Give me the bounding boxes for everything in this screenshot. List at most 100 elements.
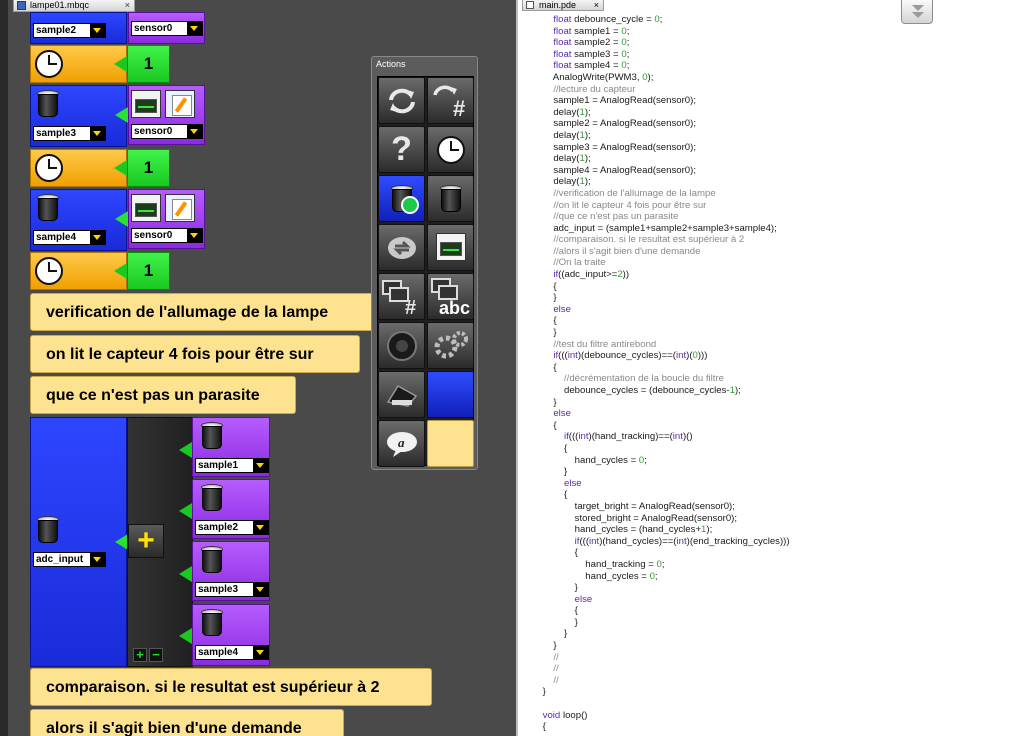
connector-notch: [114, 263, 127, 279]
connector-notch: [179, 628, 192, 644]
code-line: }: [532, 582, 578, 594]
file-icon: [526, 1, 534, 9]
sensor-block[interactable]: sensor0: [128, 12, 205, 44]
code-line: {: [532, 442, 568, 454]
tab-label: lampe01.mbqc: [30, 0, 90, 10]
code-text[interactable]: float debounce_cycle = 0; float sample1 …: [532, 14, 790, 733]
variable-tile[interactable]: [427, 175, 474, 222]
add-input-button[interactable]: +: [133, 648, 147, 662]
sensor-dropdown[interactable]: sensor0: [131, 124, 203, 139]
variable-block[interactable]: sample4: [30, 189, 127, 251]
close-icon[interactable]: ×: [125, 0, 130, 11]
code-line: void loop(): [542, 709, 588, 721]
number-block[interactable]: 1: [127, 45, 170, 83]
code-line: else: [574, 593, 593, 605]
sensor-dropdown[interactable]: sensor0: [131, 228, 203, 243]
code-line: delay(1);: [532, 176, 591, 188]
variable-new-tile[interactable]: [378, 175, 425, 222]
empty-tile: [427, 371, 474, 418]
variable-dropdown[interactable]: sample3: [33, 126, 106, 141]
delay-tile[interactable]: [427, 126, 474, 173]
bin-icon: [440, 185, 462, 213]
operand-block[interactable]: sample4: [192, 604, 270, 666]
tab-main-pde[interactable]: main.pde ×: [522, 0, 604, 11]
remove-input-button[interactable]: −: [149, 648, 163, 662]
shuffle-tile[interactable]: [378, 224, 425, 271]
clock-icon: [35, 50, 63, 78]
comment-block[interactable]: verification de l'allumage de la lampe: [30, 293, 374, 331]
operand-block[interactable]: sample1: [192, 417, 270, 477]
svg-text:#: #: [453, 96, 465, 119]
operand-dropdown[interactable]: sample3: [195, 582, 269, 597]
code-line: //On la traite: [532, 257, 606, 269]
chevron-down-icon: [253, 521, 268, 534]
sensor-block[interactable]: sensor0: [128, 189, 205, 249]
operand-block[interactable]: sample3: [192, 541, 270, 601]
code-line: hand_cycles = 0;: [532, 454, 647, 466]
code-line: AnalogWrite(PWM3, 0);: [532, 71, 654, 83]
code-line: }: [532, 628, 568, 640]
palette-title: Actions: [376, 59, 406, 69]
variable-dropdown[interactable]: sample2: [33, 23, 106, 38]
comment-tile[interactable]: [427, 420, 474, 467]
code-line: float sample3 = 0;: [553, 48, 630, 60]
question-tile[interactable]: ?: [378, 126, 425, 173]
bin-icon: [37, 194, 59, 222]
close-icon[interactable]: ×: [594, 0, 599, 10]
code-line: hand_cycles = (hand_cycles+1);: [532, 524, 713, 536]
piano-icon: [379, 372, 424, 417]
plus-button[interactable]: +: [128, 524, 164, 558]
code-line: }: [532, 640, 557, 652]
piano-tile[interactable]: [378, 371, 425, 418]
number-block[interactable]: 1: [127, 252, 170, 290]
code-line: delay(1);: [532, 106, 591, 118]
operand-dropdown[interactable]: sample1: [195, 458, 269, 473]
operand-dropdown[interactable]: sample2: [195, 520, 269, 535]
comment-block[interactable]: on lit le capteur 4 fois pour être sur: [30, 335, 360, 373]
variable-block[interactable]: sample2: [30, 12, 127, 44]
delay-block[interactable]: [30, 45, 127, 83]
code-line: else: [553, 303, 571, 315]
display-number-tile[interactable]: #: [378, 273, 425, 320]
refresh-icon: [379, 78, 424, 123]
refresh-tile[interactable]: [378, 77, 425, 124]
display-abc-tile[interactable]: abc: [427, 273, 474, 320]
code-line: {: [532, 315, 557, 327]
refresh-number-tile[interactable]: #: [427, 77, 474, 124]
code-line: if(((int)(debounce_cycles)==(int)(0))): [553, 350, 708, 362]
bin-icon: [37, 90, 59, 118]
chevron-down-icon: [90, 24, 105, 37]
delay-block[interactable]: [30, 252, 127, 290]
assign-block[interactable]: adc_input: [30, 417, 127, 667]
operand-block[interactable]: sample2: [192, 479, 270, 539]
actions-palette: Actions # ? # abc a: [371, 56, 478, 470]
code-line: sample4 = AnalogRead(sensor0);: [532, 164, 696, 176]
chevron-down-icon: [187, 22, 202, 35]
variable-block[interactable]: sample3: [30, 85, 127, 147]
variable-dropdown[interactable]: adc_input: [33, 552, 106, 567]
comment-block[interactable]: que ce n'est pas un parasite: [30, 376, 296, 414]
delay-block[interactable]: [30, 149, 127, 187]
operand-dropdown[interactable]: sample4: [195, 645, 269, 660]
speech-tile[interactable]: a: [378, 420, 425, 467]
code-line: sample3 = AnalogRead(sensor0);: [532, 141, 696, 153]
code-line: //: [532, 663, 559, 675]
variable-dropdown[interactable]: sample4: [33, 230, 106, 245]
scroll-down-button[interactable]: [901, 0, 933, 24]
tab-lampe01[interactable]: lampe01.mbqc ×: [13, 0, 135, 12]
bin-icon: [201, 546, 223, 574]
speaker-tile[interactable]: [378, 322, 425, 369]
code-line: float sample2 = 0;: [553, 37, 630, 49]
sensor-block[interactable]: sensor0: [128, 85, 205, 145]
comment-block[interactable]: comparaison. si le resultat est supérieu…: [30, 668, 432, 706]
edit-icon: [165, 90, 195, 118]
gears-tile[interactable]: [427, 322, 474, 369]
comment-block[interactable]: alors il s'agit bien d'une demande: [30, 709, 344, 736]
number-block[interactable]: 1: [127, 149, 170, 187]
code-line: {: [532, 419, 557, 431]
code-line: {: [532, 280, 557, 292]
monitor-tile[interactable]: [427, 224, 474, 271]
code-line: //verification de l'allumage de la lampe: [532, 187, 716, 199]
sensor-dropdown[interactable]: sensor0: [131, 21, 203, 36]
sensor-screen-icon: [131, 194, 161, 222]
